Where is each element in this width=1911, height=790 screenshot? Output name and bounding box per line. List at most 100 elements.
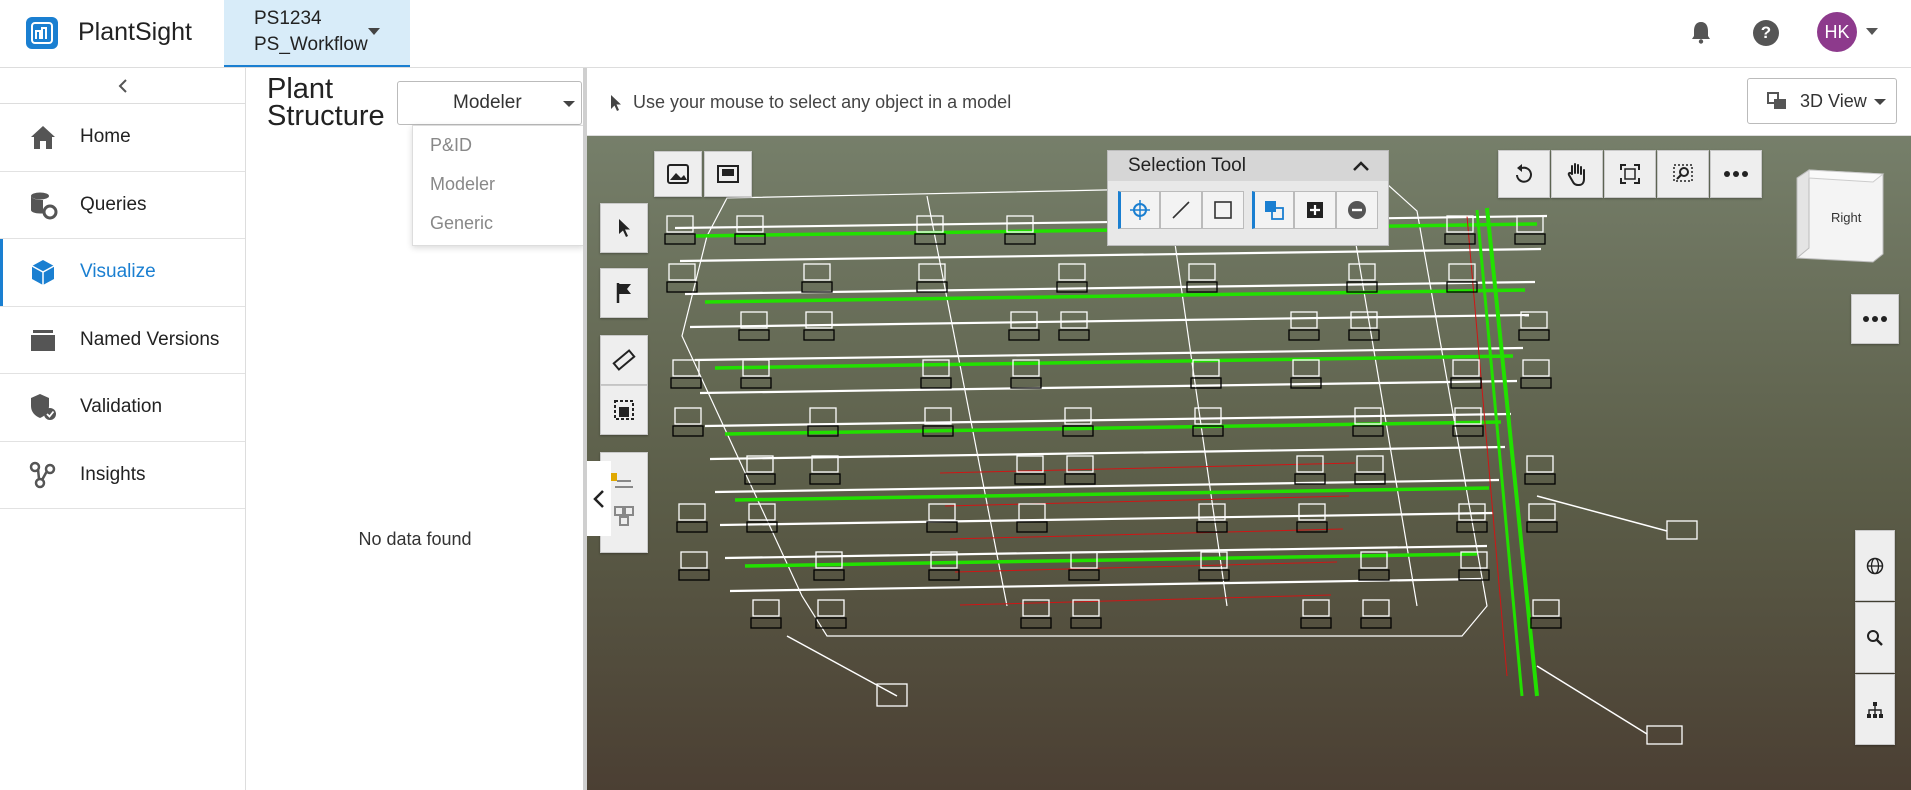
equipment-block[interactable] bbox=[1010, 311, 1038, 329]
avatar[interactable]: HK bbox=[1817, 12, 1857, 52]
equipment-block[interactable] bbox=[1526, 455, 1554, 473]
equipment-block[interactable] bbox=[672, 359, 700, 377]
equipment-base[interactable] bbox=[1198, 569, 1230, 581]
equipment-base[interactable] bbox=[672, 425, 704, 437]
add-selection-button[interactable] bbox=[1294, 191, 1336, 229]
more-options-button[interactable] bbox=[1851, 294, 1899, 344]
equipment-block[interactable] bbox=[1532, 599, 1560, 617]
equipment-block[interactable] bbox=[1290, 311, 1318, 329]
sidebar-item-insights[interactable]: Insights bbox=[0, 442, 245, 509]
equipment-block[interactable] bbox=[1292, 359, 1320, 377]
sidebar-item-home[interactable]: Home bbox=[0, 104, 245, 172]
equipment-base[interactable] bbox=[1352, 425, 1384, 437]
rotate-button[interactable] bbox=[1498, 150, 1550, 198]
equipment-base[interactable] bbox=[1348, 329, 1380, 341]
sidebar-item-named-versions[interactable]: Named Versions bbox=[0, 307, 245, 374]
replace-selection-button[interactable] bbox=[1252, 191, 1294, 229]
notification-bell-icon[interactable] bbox=[1690, 20, 1712, 49]
equipment-block[interactable] bbox=[809, 407, 837, 425]
equipment-block[interactable] bbox=[1452, 359, 1480, 377]
project-selector[interactable]: PS1234 PS_Workflow bbox=[224, 0, 410, 67]
measure-tool-button[interactable] bbox=[600, 335, 648, 385]
sidebar-item-queries[interactable]: Queries bbox=[0, 172, 245, 239]
equipment-block[interactable] bbox=[1060, 311, 1088, 329]
equipment-base[interactable] bbox=[750, 617, 782, 629]
pipe-white[interactable] bbox=[679, 247, 1542, 263]
pick-select-button[interactable] bbox=[1118, 191, 1160, 229]
equipment-block[interactable] bbox=[803, 263, 831, 281]
model-tree-button[interactable] bbox=[1855, 674, 1895, 745]
equipment-block[interactable] bbox=[1522, 359, 1550, 377]
equipment-block[interactable] bbox=[1350, 311, 1378, 329]
equipment-base[interactable] bbox=[1056, 281, 1088, 293]
equipment-base[interactable] bbox=[928, 569, 960, 581]
equipment-block[interactable] bbox=[666, 215, 694, 233]
view-cube[interactable]: Right bbox=[1791, 168, 1885, 263]
equipment-block[interactable] bbox=[922, 359, 950, 377]
equipment-base[interactable] bbox=[1520, 377, 1552, 389]
3d-viewport[interactable]: Selection Tool Right bbox=[587, 136, 1911, 790]
pipe-red[interactable] bbox=[944, 495, 1350, 507]
equipment-block[interactable] bbox=[1188, 263, 1216, 281]
equipment-base[interactable] bbox=[676, 521, 708, 533]
panel-collapse-handle[interactable] bbox=[587, 461, 611, 536]
equipment-base[interactable] bbox=[670, 377, 702, 389]
equipment-base[interactable] bbox=[920, 377, 952, 389]
sidebar-item-visualize[interactable]: Visualize bbox=[0, 239, 245, 307]
equipment-block[interactable] bbox=[1018, 503, 1046, 521]
equipment-base[interactable] bbox=[803, 329, 835, 341]
pipe-white[interactable] bbox=[709, 445, 1506, 461]
duct-end[interactable] bbox=[1666, 520, 1698, 540]
zoom-window-button[interactable] bbox=[1657, 150, 1709, 198]
equipment-base[interactable] bbox=[738, 329, 770, 341]
equipment-block[interactable] bbox=[1058, 263, 1086, 281]
equipment-base[interactable] bbox=[1300, 617, 1332, 629]
box-select-button[interactable] bbox=[1202, 191, 1244, 229]
equipment-block[interactable] bbox=[1356, 455, 1384, 473]
equipment-base[interactable] bbox=[1526, 521, 1558, 533]
equipment-block[interactable] bbox=[1072, 599, 1100, 617]
equipment-block[interactable] bbox=[1016, 455, 1044, 473]
equipment-block[interactable] bbox=[1302, 599, 1330, 617]
section-tool-button[interactable] bbox=[600, 385, 648, 435]
equipment-base[interactable] bbox=[1288, 329, 1320, 341]
view-mode-dropdown[interactable]: 3D View bbox=[1747, 78, 1897, 124]
equipment-base[interactable] bbox=[1358, 569, 1390, 581]
equipment-base[interactable] bbox=[1444, 233, 1476, 245]
help-icon[interactable]: ? bbox=[1753, 20, 1779, 46]
equipment-base[interactable] bbox=[809, 473, 841, 485]
equipment-block[interactable] bbox=[752, 599, 780, 617]
equipment-base[interactable] bbox=[914, 233, 946, 245]
remove-selection-button[interactable] bbox=[1336, 191, 1378, 229]
pan-button[interactable] bbox=[1551, 150, 1603, 198]
pipe-white[interactable] bbox=[729, 577, 1482, 593]
equipment-base[interactable] bbox=[1016, 521, 1048, 533]
pipe-white[interactable] bbox=[699, 379, 1518, 395]
pipe-red[interactable] bbox=[949, 528, 1344, 540]
select-tool-button[interactable] bbox=[600, 203, 648, 253]
background-settings-button[interactable] bbox=[654, 151, 702, 197]
duct[interactable] bbox=[786, 635, 898, 697]
menu-item-generic[interactable]: Generic bbox=[413, 204, 583, 243]
equipment-base[interactable] bbox=[1064, 473, 1096, 485]
equipment-block[interactable] bbox=[674, 407, 702, 425]
equipment-block[interactable] bbox=[817, 599, 845, 617]
app-logo-icon[interactable] bbox=[26, 17, 58, 49]
equipment-base[interactable] bbox=[1196, 521, 1228, 533]
equipment-base[interactable] bbox=[1010, 377, 1042, 389]
selection-tool-header[interactable]: Selection Tool bbox=[1108, 151, 1388, 181]
equipment-block[interactable] bbox=[928, 503, 956, 521]
equipment-base[interactable] bbox=[678, 569, 710, 581]
more-view-tools-button[interactable] bbox=[1710, 150, 1762, 198]
pipe-red[interactable] bbox=[954, 561, 1338, 573]
equipment-base[interactable] bbox=[740, 377, 772, 389]
pipe-red[interactable] bbox=[939, 462, 1356, 474]
equipment-base[interactable] bbox=[1530, 617, 1562, 629]
duct-end[interactable] bbox=[1646, 725, 1683, 745]
pipe-white[interactable] bbox=[719, 511, 1494, 527]
equipment-block[interactable] bbox=[736, 215, 764, 233]
equipment-base[interactable] bbox=[664, 233, 696, 245]
fit-view-button[interactable] bbox=[1604, 150, 1656, 198]
equipment-base[interactable] bbox=[1014, 473, 1046, 485]
pipe-red[interactable] bbox=[959, 594, 1332, 606]
